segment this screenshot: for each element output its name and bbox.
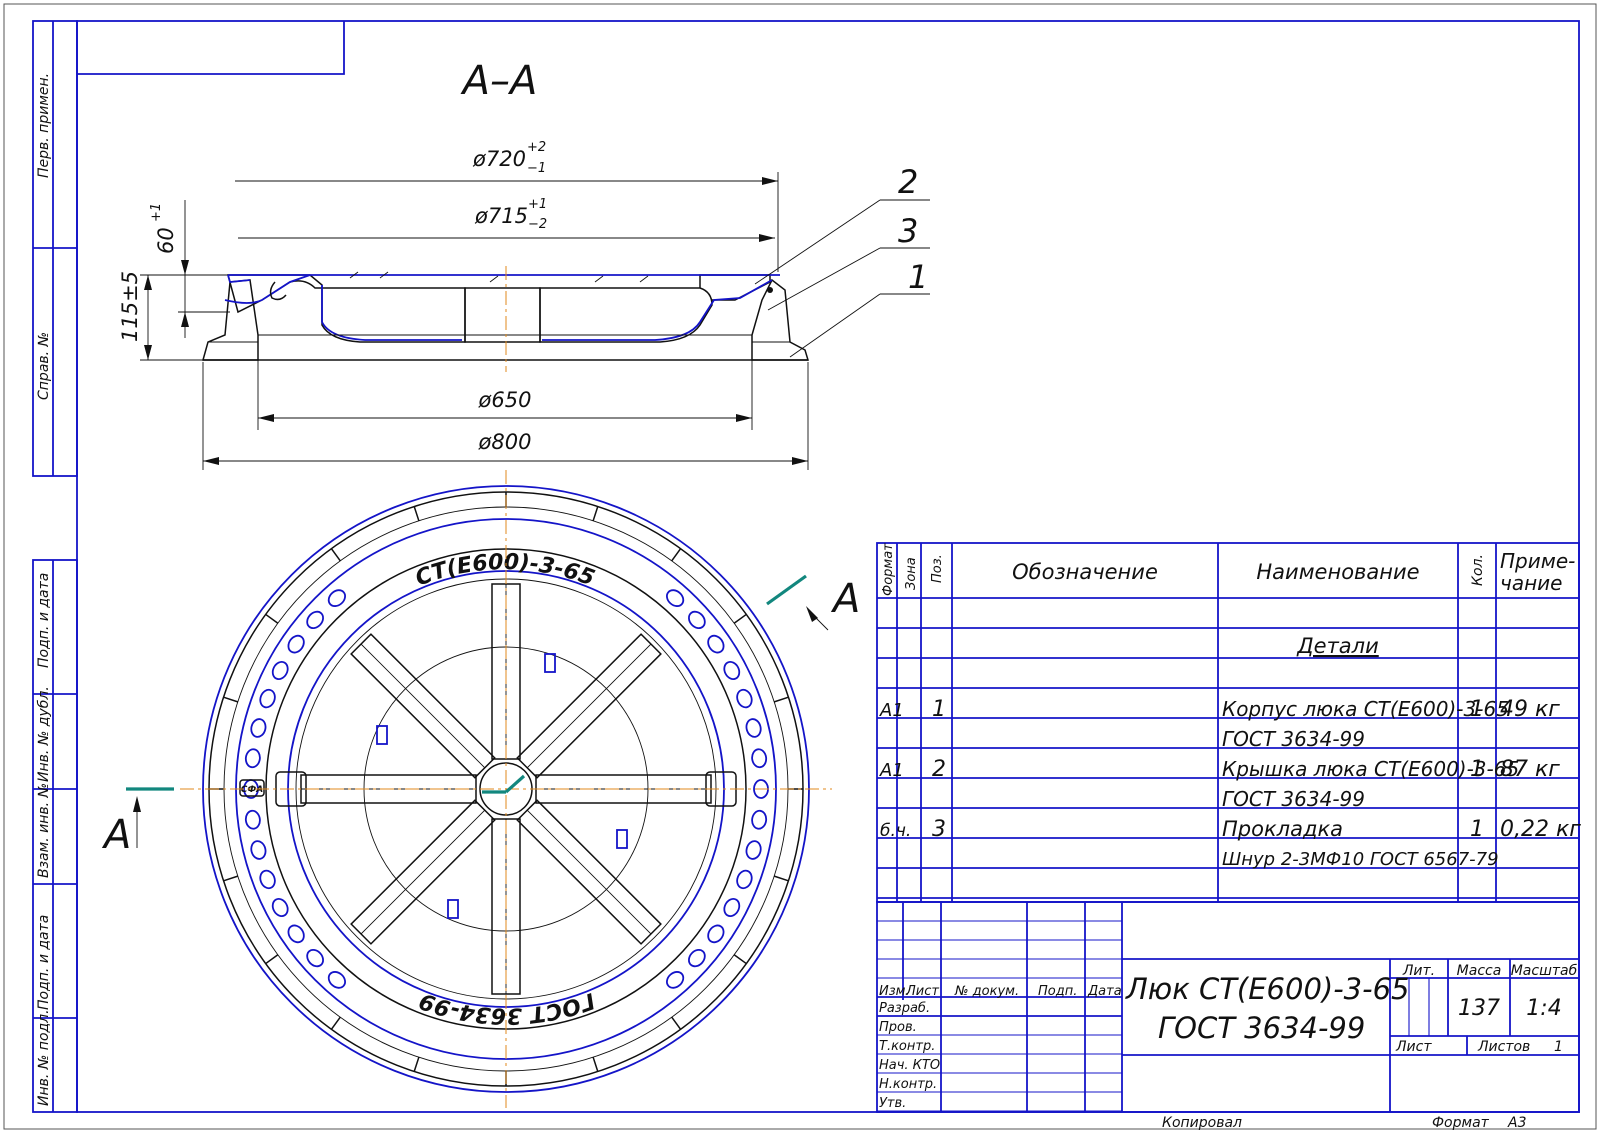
row-3-format: А1 [879,760,904,781]
footer-format-value: А3 [1507,1115,1526,1131]
svg-text:115±5: 115±5 [118,271,142,342]
row-5-qty: 1 [1470,817,1484,842]
dim-650: ø650 [257,345,753,430]
row-3-qty: 1 [1470,757,1484,782]
row-1-note: 49 кг [1500,697,1560,722]
svg-text:Наименование: Наименование [1256,560,1419,584]
svg-text:−1: −1 [527,161,546,176]
svg-text:Листов: Листов [1477,1039,1530,1055]
row-1-pos: 1 [932,697,946,722]
top-left-box [77,21,345,75]
casting-logo: СФА [241,785,264,795]
svg-text:Утв.: Утв. [879,1096,906,1111]
row-1-name: Корпус люка СТ(Е600)-3-65 [1222,697,1509,721]
scale-value: 1:4 [1526,996,1561,1021]
side-label-vzam: Взам. инв. № [36,783,52,878]
footer-format-label: Формат [1432,1115,1490,1131]
row-2-name: ГОСТ 3634-99 [1222,727,1365,751]
svg-text:ø650: ø650 [478,388,532,412]
dim-60: 60 +1 [149,200,230,338]
svg-text:Лист: Лист [1395,1039,1432,1055]
svg-text:Формат: Формат [881,543,896,596]
mass-value: 137 [1458,996,1500,1021]
section-label: А–А [460,58,538,104]
dim-115: 115±5 [118,271,230,361]
leader-1: 1 [908,258,928,296]
svg-text:Зона: Зона [904,557,919,590]
cut-mark-left: А [101,774,526,858]
footer-copied: Копировал [1162,1115,1242,1131]
svg-text:Подп.: Подп. [1038,984,1077,999]
svg-text:Приме-: Приме- [1500,549,1575,573]
row-3-pos: 2 [932,757,946,782]
svg-text:А: А [101,812,131,858]
row-5-note: 0,22 кг [1500,817,1581,842]
row-5-format: б.ч. [880,821,911,841]
svg-text:Лит.: Лит. [1402,963,1435,979]
casting-top-text: СТ(Е600)-3-65 [412,550,598,591]
svg-text:Обозначение: Обозначение [1012,560,1158,584]
svg-text:№ докум.: № докум. [954,984,1019,999]
svg-text:чание: чание [1500,571,1562,595]
technical-drawing: Перв. примен. Справ. № Подп. и дата Инв.… [3,3,1597,1131]
svg-text:+2: +2 [527,140,546,155]
side-label-inv-podl: Инв. № подл. [36,1009,52,1106]
svg-text:Пров.: Пров. [879,1020,917,1035]
drawing-title-1: Люк СТ(Е600)-3-65 [1125,972,1410,1006]
svg-text:Разраб.: Разраб. [879,1001,930,1016]
row-5-pos: 3 [932,817,946,842]
cut-mark-right: А [766,574,860,631]
svg-text:А: А [830,576,860,622]
side-label-inv-dubl: Инв. № дубл. [36,686,52,782]
svg-text:Н.контр.: Н.контр. [879,1077,937,1092]
dim-800: ø800 [202,362,809,470]
spec-section-title: Детали [1296,634,1379,658]
row-4-name: ГОСТ 3634-99 [1222,787,1365,811]
svg-text:Кол.: Кол. [1470,554,1486,586]
svg-text:+1: +1 [528,197,547,212]
row-1-format: А1 [879,700,904,721]
drawing-title-2: ГОСТ 3634-99 [1158,1011,1365,1045]
svg-text:−2: −2 [528,217,547,232]
spec-table: Формат Зона Поз. Обозначение Наименовани… [876,542,1581,903]
side-label-podp-1: Подп. и дата [36,573,52,668]
leader-3: 3 [898,212,918,250]
dim-715: ø715 +1 −2 [238,197,775,242]
svg-text:Масса: Масса [1457,963,1502,979]
side-label-sprav: Справ. № [36,332,52,400]
svg-text:1: 1 [1554,1039,1563,1055]
svg-text:60: 60 [154,227,178,254]
svg-text:Поз.: Поз. [930,554,945,583]
row-3-note: 87 кг [1500,757,1560,782]
svg-text:Масштаб: Масштаб [1511,963,1578,979]
svg-text:Т.контр.: Т.контр. [879,1039,935,1054]
svg-text:Дата: Дата [1087,984,1122,999]
svg-text:Изм.: Изм. [879,984,910,999]
row-1-qty: 1 [1470,697,1484,722]
title-block: Изм. Лист № докум. Подп. Дата Разраб. Пр… [876,901,1580,1113]
svg-text:Лист: Лист [905,984,939,999]
svg-text:ø720: ø720 [472,147,526,171]
row-6-name: Шнур 2-3МФ10 ГОСТ 6567-79 [1222,849,1499,870]
row-5-name: Прокладка [1222,817,1343,841]
svg-text:Нач. КТО: Нач. КТО [879,1058,940,1073]
side-label-perv: Перв. примен. [36,73,52,178]
svg-text:ø715: ø715 [474,204,528,228]
svg-text:+1: +1 [149,203,164,222]
leaders: 2 3 1 [754,163,930,358]
svg-text:ø800: ø800 [478,430,532,454]
leader-2: 2 [898,163,918,201]
side-label-podp-2: Подп. и дата [36,915,52,1010]
